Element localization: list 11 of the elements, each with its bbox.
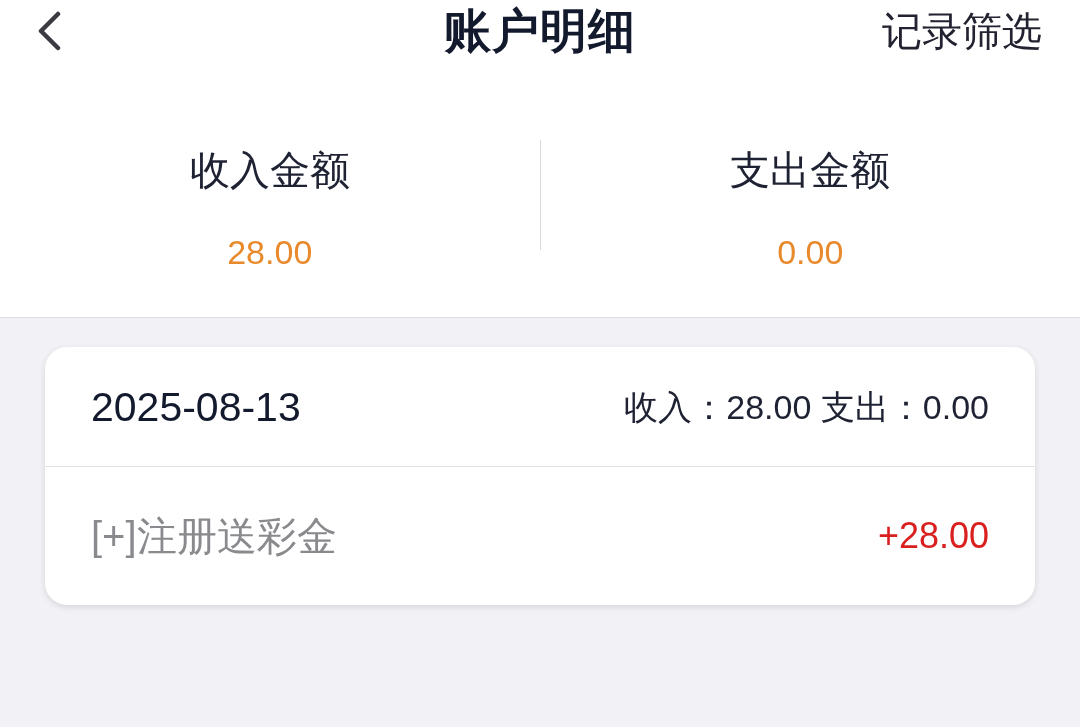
transaction-date: 2025-08-13 <box>91 382 301 431</box>
summary-label: 收入金额 <box>189 147 350 194</box>
summary-label: 支出金额 <box>730 147 891 194</box>
page-title: 账户明细 <box>444 3 636 59</box>
back-icon <box>36 11 62 51</box>
summary-amount: 28.00 <box>227 232 313 272</box>
entry-description: [+]注册送彩金 <box>91 513 337 560</box>
entry-amount: +28.00 <box>877 514 989 558</box>
summary-amount: 0.00 <box>777 232 844 272</box>
record-filter-link[interactable]: 记录筛选 <box>882 6 1042 56</box>
daily-totals: 收入：28.00 支出：0.00 <box>624 386 989 428</box>
